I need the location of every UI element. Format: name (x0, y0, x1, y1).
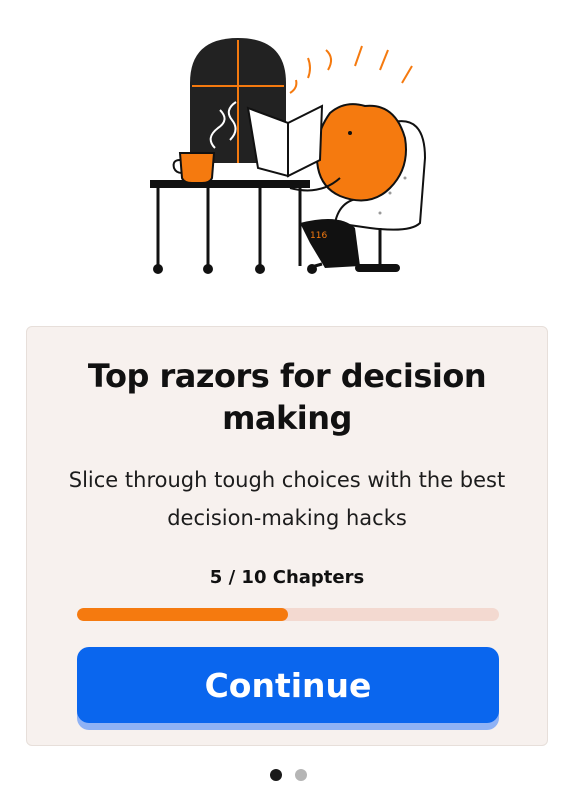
pagination-dots (0, 769, 576, 781)
reading-fox-illustration: 116 (140, 28, 440, 288)
coffee-cup-icon (172, 152, 216, 184)
chapters-progress-label: 5 / 10 Chapters (209, 567, 365, 588)
page-number-label: 116 (310, 231, 327, 241)
sparkle-lines-icon (289, 45, 413, 94)
course-title: Top razors for decision making (87, 357, 487, 437)
continue-button[interactable]: Continue (77, 647, 499, 723)
pagination-dot[interactable] (294, 769, 307, 781)
progress-bar (77, 608, 499, 621)
course-card: Top razors for decision making Slice thr… (26, 326, 548, 746)
pagination-dot[interactable] (269, 769, 282, 781)
table-icon (150, 180, 317, 274)
progress-fill (77, 608, 288, 621)
course-subtitle: Slice through tough choices with the bes… (68, 468, 506, 530)
